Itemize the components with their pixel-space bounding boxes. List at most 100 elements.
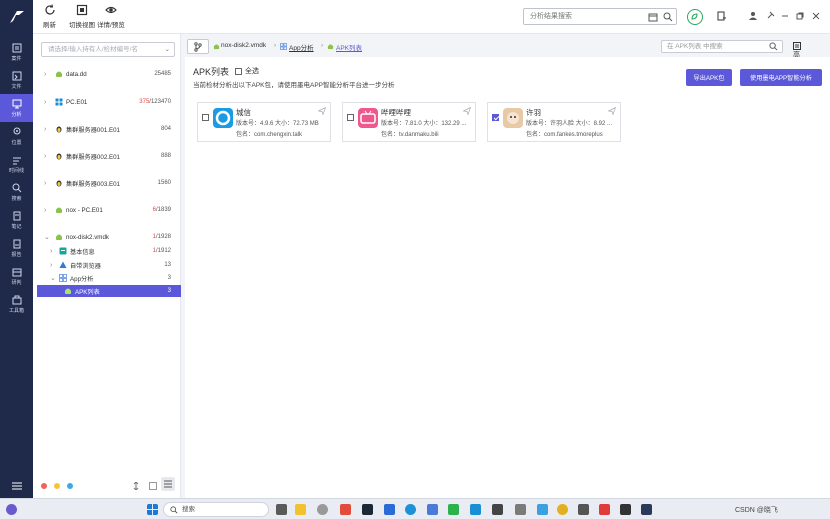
tree-item-apk-list[interactable]: APK列表 3 [37, 285, 181, 297]
breadcrumb-app[interactable]: App分析 [289, 42, 314, 52]
blue-dot-icon[interactable] [67, 483, 73, 489]
select-all-checkbox[interactable]: 全选 [235, 66, 259, 76]
taskbar-search-label: 搜索 [182, 506, 195, 513]
nav-item-search[interactable]: 搜索 [0, 178, 33, 206]
export-file-icon[interactable] [717, 11, 727, 21]
nav-item-toolbox[interactable]: 工具箱 [0, 290, 33, 318]
tree-item[interactable]: › data.dd 25485 [33, 68, 181, 80]
widget-icon[interactable] [6, 504, 17, 515]
chevron-right-icon[interactable]: › [44, 207, 46, 214]
nav-item-notes[interactable]: 笔记 [0, 206, 33, 234]
user-icon[interactable] [748, 11, 758, 21]
yellow-dot-icon[interactable] [54, 483, 60, 489]
nav-item-file[interactable]: 文件 [0, 66, 33, 94]
app-icon[interactable] [620, 504, 631, 515]
nav-item-location[interactable]: 位置 [0, 122, 33, 150]
send-icon[interactable] [318, 107, 326, 115]
chevron-right-icon[interactable]: › [50, 248, 52, 255]
app-icon[interactable] [384, 504, 395, 515]
apk-card-checkbox[interactable] [347, 114, 354, 121]
tree-item[interactable]: ⌄ App分析 3 [33, 272, 181, 284]
edge-icon[interactable] [405, 504, 416, 515]
nav-item-judge[interactable]: 研判 [0, 262, 33, 290]
export-apk-button[interactable]: 导出APK包 [686, 69, 732, 86]
tree-item[interactable]: › 基本信息 1/1912 [33, 245, 181, 257]
nav-item-report[interactable]: 报告 [0, 234, 33, 262]
checkbox[interactable] [235, 67, 242, 75]
chevron-right-icon[interactable]: › [44, 99, 46, 106]
case-icon [12, 43, 21, 52]
wechat-icon[interactable] [448, 504, 459, 515]
app-icon[interactable] [515, 504, 526, 515]
chrome-icon[interactable] [557, 504, 568, 515]
tree-item-count: 888 [160, 153, 171, 159]
tree-item[interactable]: ⌄ nox-disk2.vmdk 1/1928 [33, 231, 181, 243]
search-icon[interactable] [769, 42, 778, 51]
pin-icon[interactable] [765, 11, 775, 21]
apk-card-checkbox[interactable] [492, 114, 499, 121]
app-icon[interactable] [578, 504, 589, 515]
app-icon[interactable] [537, 504, 548, 515]
app-icon[interactable] [492, 504, 503, 515]
chevron-down-icon[interactable]: ⌄ [44, 233, 50, 241]
nav-item-timeline[interactable]: 时间线 [0, 150, 33, 178]
apk-name: 许羽 [526, 108, 541, 117]
result-search-input[interactable] [524, 9, 642, 24]
apk-card-checkbox[interactable] [202, 114, 209, 121]
close-icon[interactable] [811, 11, 821, 21]
explorer-icon[interactable] [295, 504, 306, 515]
chevron-right-icon[interactable]: › [44, 153, 46, 160]
red-dot-icon[interactable] [41, 483, 47, 489]
tree-item[interactable]: › PC.E01 375/123470 [33, 96, 181, 108]
chevron-right-icon[interactable]: › [44, 71, 46, 78]
menu-button[interactable] [0, 482, 33, 490]
refresh-button[interactable]: 刷新 [43, 4, 56, 29]
app-icon[interactable] [340, 504, 351, 515]
evidence-search-input[interactable]: 请选择/输入持有人/检材编号/名 ⌄ [41, 42, 175, 57]
collapse-icon[interactable] [132, 482, 140, 490]
refresh-label: 刷新 [43, 22, 56, 29]
send-icon[interactable] [463, 107, 471, 115]
list-view-button[interactable] [161, 477, 175, 491]
tree-item[interactable]: › 集群服务器002.E01 888 [33, 150, 181, 162]
detail-preview-button[interactable]: 详情/预览 [97, 4, 125, 29]
nav-item-case[interactable]: 案件 [0, 38, 33, 66]
sync-button[interactable] [687, 9, 703, 25]
chevron-right-icon[interactable]: › [44, 180, 46, 187]
apk-card[interactable]: 城信 版本号：4.9.6 大小：72.73 MB 包名：com.chengxin… [197, 102, 331, 142]
smart-analysis-button[interactable]: 使用墨电APP智能分析 [740, 69, 822, 86]
apk-card[interactable]: 哔哩哔哩 版本号：7.81.0 大小：132.29 ... 包名：tv.danm… [342, 102, 476, 142]
tree-item-count: 6/1839 [152, 207, 171, 213]
breadcrumb-current[interactable]: APK列表 [336, 42, 362, 52]
task-view-icon[interactable] [276, 504, 287, 515]
restore-icon[interactable] [795, 11, 805, 21]
app-icon[interactable] [470, 504, 481, 515]
start-icon[interactable] [147, 504, 158, 515]
apk-card[interactable]: 许羽 版本号：许羽人脸 大小：8.92 ... 包名：com.fankes.tm… [487, 102, 621, 142]
apk-search-input[interactable]: 在 APK列表 中搜索 [661, 40, 783, 53]
wps-icon[interactable] [599, 504, 610, 515]
grid-view-icon[interactable] [149, 482, 157, 490]
tree-item[interactable]: › 自带浏览器 13 [33, 259, 181, 271]
branch-button[interactable] [187, 39, 209, 54]
app-icon[interactable] [317, 504, 328, 515]
search-icon[interactable] [663, 12, 673, 22]
calendar-icon[interactable] [648, 12, 658, 22]
chevron-right-icon[interactable]: › [44, 126, 46, 133]
minimize-icon[interactable] [780, 11, 790, 21]
breadcrumb-disk[interactable]: nox-disk2.vmdk [221, 42, 266, 49]
chevron-right-icon[interactable]: › [50, 262, 52, 269]
app-icon[interactable] [427, 504, 438, 515]
breadcrumb: nox-disk2.vmdk › App分析 › APK列表 在 APK列表 中… [185, 38, 801, 69]
send-icon[interactable] [608, 107, 616, 115]
forensic-app-icon[interactable] [641, 504, 652, 515]
taskbar-search[interactable]: 搜索 [163, 502, 269, 517]
chevron-down-icon[interactable]: ⌄ [165, 43, 170, 56]
tree-item[interactable]: › 集群服务器003.E01 1560 [33, 177, 181, 189]
steam-icon[interactable] [362, 504, 373, 515]
chevron-down-icon[interactable]: ⌄ [50, 274, 56, 282]
tree-item[interactable]: › 集群服务器001.E01 804 [33, 123, 181, 135]
switch-view-button[interactable]: 切换视图 [69, 4, 95, 29]
tree-item[interactable]: › nox - PC.E01 6/1839 [33, 204, 181, 216]
nav-item-analysis[interactable]: 分析 [0, 94, 33, 122]
